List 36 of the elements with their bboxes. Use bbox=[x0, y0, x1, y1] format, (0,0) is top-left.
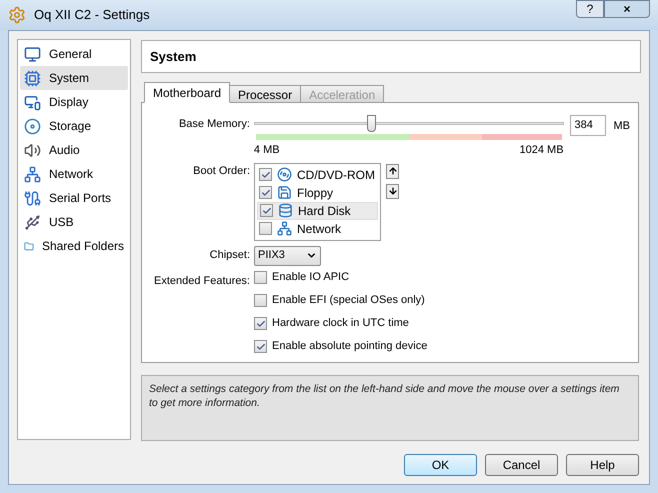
memory-input[interactable]: 384 bbox=[570, 115, 606, 136]
boot-item[interactable]: Hard Disk bbox=[257, 202, 378, 220]
boot-item[interactable]: CD/DVD-ROM bbox=[257, 166, 378, 184]
sidebar-item[interactable]: Storage bbox=[20, 114, 128, 138]
field-label: Base Memory: bbox=[178, 117, 251, 132]
dialog-button[interactable]: OK bbox=[404, 454, 477, 476]
info-panel: Select a settings category from the list on the left-hand side and move the mouse over a settings item to get more information. bbox=[141, 375, 639, 441]
window-title: Oq XII C2 - Settings bbox=[34, 6, 150, 24]
boot-item[interactable]: Floppy bbox=[257, 184, 378, 202]
boot-item[interactable]: Network bbox=[257, 220, 378, 238]
dialog-button[interactable]: Cancel bbox=[485, 454, 558, 476]
chipset-dropdown[interactable]: PIIX3 bbox=[254, 246, 321, 266]
sidebar-item[interactable]: Network bbox=[20, 162, 128, 186]
sidebar-item[interactable]: USB bbox=[20, 210, 128, 234]
checkbox-label: Enable absolute pointing device bbox=[272, 339, 428, 354]
field-label: Extended Features: bbox=[152, 274, 251, 288]
sidebar-item[interactable]: General bbox=[20, 42, 128, 66]
dialog-button[interactable]: Help bbox=[566, 454, 639, 476]
checkbox-label: Enable EFI (special OSes only) bbox=[272, 293, 425, 308]
min-label: 4 MB bbox=[254, 143, 280, 158]
field-label: Boot Order: bbox=[192, 164, 251, 178]
field-label: Chipset: bbox=[208, 248, 251, 264]
tab[interactable]: Processor bbox=[229, 85, 302, 103]
unit-label: MB bbox=[614, 119, 630, 134]
sidebar-item[interactable]: Serial Ports bbox=[20, 186, 128, 210]
help-button[interactable]: ? bbox=[576, 0, 604, 18]
page-header: System bbox=[141, 40, 641, 73]
tab[interactable]: Motherboard bbox=[144, 82, 230, 103]
max-label: 1024 MB bbox=[520, 143, 564, 158]
sidebar-item[interactable]: Display bbox=[20, 90, 128, 114]
close-button[interactable]: × bbox=[604, 0, 650, 18]
sidebar-item[interactable]: Audio bbox=[20, 138, 128, 162]
checkbox-label: Enable IO APIC bbox=[272, 270, 350, 286]
sidebar-item[interactable]: System bbox=[20, 66, 128, 90]
checkbox-label: Hardware clock in UTC time bbox=[272, 316, 409, 332]
sidebar-item[interactable]: Shared Folders bbox=[20, 234, 128, 258]
